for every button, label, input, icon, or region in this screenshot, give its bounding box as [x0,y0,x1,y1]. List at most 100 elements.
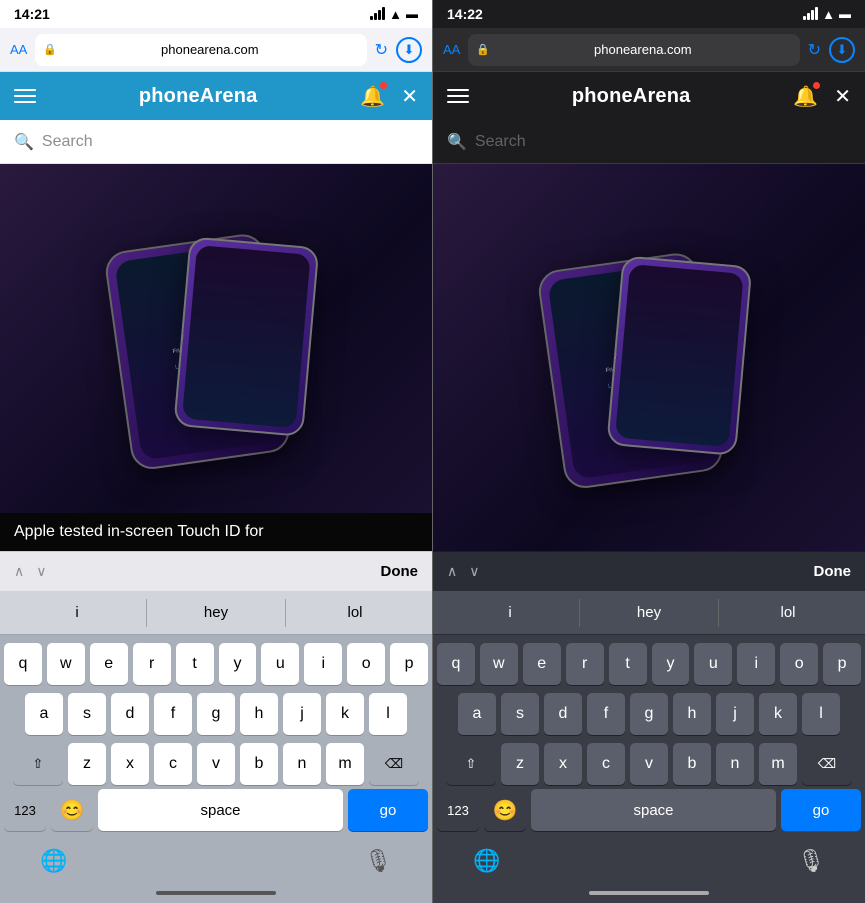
left-key-l[interactable]: l [369,693,407,735]
left-key-o[interactable]: o [347,643,385,685]
left-suggestion-0[interactable]: i [8,598,146,627]
right-key-u[interactable]: u [694,643,732,685]
right-key-f[interactable]: f [587,693,625,735]
right-key-m[interactable]: m [759,743,797,785]
right-go-key[interactable]: go [781,789,861,831]
right-key-r[interactable]: r [566,643,604,685]
right-find-up-arrow[interactable]: ∧ [447,563,457,580]
left-key-row-1: q w e r t y u i o p [4,643,428,685]
right-key-n[interactable]: n [716,743,754,785]
right-key-k[interactable]: k [759,693,797,735]
right-url-aa[interactable]: AA [443,42,460,57]
right-find-done[interactable]: Done [814,563,852,580]
left-key-m[interactable]: m [326,743,364,785]
left-go-key[interactable]: go [348,789,428,831]
left-find-done[interactable]: Done [381,563,419,580]
left-download-button[interactable]: ⬇ [396,37,422,63]
left-key-r[interactable]: r [133,643,171,685]
left-key-i[interactable]: i [304,643,342,685]
right-space-key[interactable]: space [531,789,776,831]
left-key-q[interactable]: q [4,643,42,685]
left-find-down-arrow[interactable]: ∨ [36,563,46,580]
right-key-l[interactable]: l [802,693,840,735]
right-globe-icon[interactable]: 🌐 [473,848,500,874]
right-close-icon[interactable]: ✕ [834,84,851,109]
left-key-a[interactable]: a [25,693,63,735]
right-num-key[interactable]: 123 [437,789,479,831]
left-find-up-arrow[interactable]: ∧ [14,563,24,580]
left-key-k[interactable]: k [326,693,364,735]
right-key-z[interactable]: z [501,743,539,785]
left-key-n[interactable]: n [283,743,321,785]
left-key-g[interactable]: g [197,693,235,735]
left-url-aa[interactable]: AA [10,42,27,57]
right-key-q[interactable]: q [437,643,475,685]
right-hamburger-icon[interactable] [447,89,469,103]
left-key-s[interactable]: s [68,693,106,735]
right-key-c[interactable]: c [587,743,625,785]
left-url-bar[interactable]: AA 🔒 phonearena.com ↻ ⬇ [0,28,432,72]
left-mic-icon[interactable]: 🎙 [364,848,392,874]
left-backspace-key[interactable]: ⌫ [369,743,419,785]
right-mic-icon[interactable]: 🎙 [797,848,825,874]
left-search-bar[interactable]: 🔍 Search [0,120,432,164]
left-key-h[interactable]: h [240,693,278,735]
right-key-p[interactable]: p [823,643,861,685]
right-suggestion-0[interactable]: i [441,598,579,627]
right-url-domain-container[interactable]: 🔒 phonearena.com [468,34,799,66]
left-key-c[interactable]: c [154,743,192,785]
left-suggestion-1[interactable]: hey [147,598,285,627]
right-backspace-key[interactable]: ⌫ [802,743,852,785]
left-key-f[interactable]: f [154,693,192,735]
right-key-g[interactable]: g [630,693,668,735]
right-bell-icon[interactable]: 🔔 [793,84,818,109]
right-find-down-arrow[interactable]: ∨ [469,563,479,580]
right-key-t[interactable]: t [609,643,647,685]
left-bell-icon[interactable]: 🔔 [360,84,385,109]
right-emoji-key[interactable]: 😊 [484,789,526,831]
left-key-d[interactable]: d [111,693,149,735]
signal-bars-icon [370,8,385,20]
left-globe-icon[interactable]: 🌐 [40,848,67,874]
left-suggestion-2[interactable]: lol [286,598,424,627]
left-key-x[interactable]: x [111,743,149,785]
left-key-u[interactable]: u [261,643,299,685]
left-refresh-icon[interactable]: ↻ [375,40,388,60]
left-key-z[interactable]: z [68,743,106,785]
left-key-y[interactable]: y [219,643,257,685]
left-key-w[interactable]: w [47,643,85,685]
left-key-e[interactable]: e [90,643,128,685]
right-shift-key[interactable]: ⇧ [446,743,496,785]
left-key-t[interactable]: t [176,643,214,685]
left-key-b[interactable]: b [240,743,278,785]
left-hamburger-icon[interactable] [14,89,36,103]
left-emoji-key[interactable]: 😊 [51,789,93,831]
right-key-a[interactable]: a [458,693,496,735]
left-key-p[interactable]: p [390,643,428,685]
left-key-j[interactable]: j [283,693,321,735]
left-url-domain-container[interactable]: 🔒 phonearena.com [35,34,366,66]
right-key-v[interactable]: v [630,743,668,785]
right-key-w[interactable]: w [480,643,518,685]
right-key-d[interactable]: d [544,693,582,735]
right-key-x[interactable]: x [544,743,582,785]
right-key-o[interactable]: o [780,643,818,685]
left-key-v[interactable]: v [197,743,235,785]
right-key-s[interactable]: s [501,693,539,735]
right-key-e[interactable]: e [523,643,561,685]
right-key-j[interactable]: j [716,693,754,735]
left-close-icon[interactable]: ✕ [401,84,418,109]
right-key-b[interactable]: b [673,743,711,785]
right-suggestion-1[interactable]: hey [580,598,718,627]
right-key-h[interactable]: h [673,693,711,735]
right-download-button[interactable]: ⬇ [829,37,855,63]
left-space-key[interactable]: space [98,789,343,831]
right-refresh-icon[interactable]: ↻ [808,40,821,60]
right-url-bar[interactable]: AA 🔒 phonearena.com ↻ ⬇ [433,28,865,72]
left-shift-key[interactable]: ⇧ [13,743,63,785]
left-num-key[interactable]: 123 [4,789,46,831]
right-key-i[interactable]: i [737,643,775,685]
right-key-y[interactable]: y [652,643,690,685]
right-suggestion-2[interactable]: lol [719,598,857,627]
right-search-bar[interactable]: 🔍 Search [433,120,865,164]
